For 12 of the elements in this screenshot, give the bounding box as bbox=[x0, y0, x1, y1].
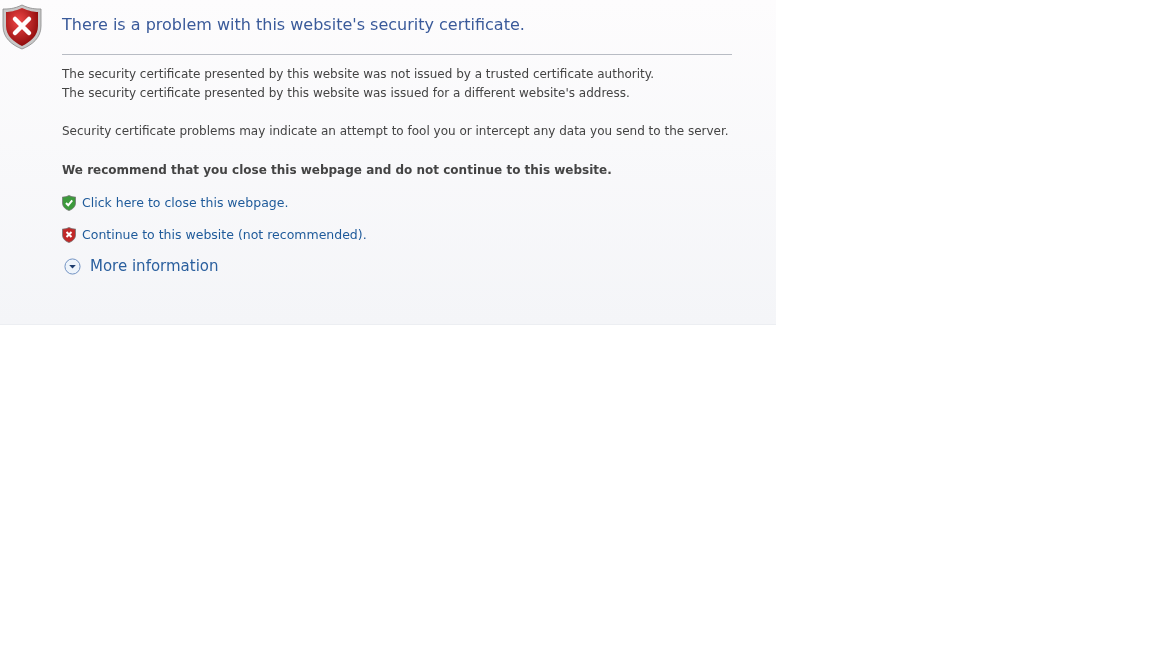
action-link[interactable]: Click here to close this webpage. bbox=[82, 195, 289, 210]
page-title: There is a problem with this website's security certificate. bbox=[62, 14, 526, 36]
reason-text: The security certificate presented by this website was not issued by a trusted certificate authority. bbox=[62, 66, 656, 83]
shield-x-icon bbox=[62, 226, 76, 243]
recommendation-text: We recommend that you close this webpage and do not continue to this website. bbox=[62, 162, 613, 179]
shield-check-icon bbox=[62, 194, 76, 211]
more-information-link[interactable]: More information bbox=[90, 257, 219, 275]
reason-text: The security certificate presented by this website was issued for a different website's address. bbox=[62, 85, 631, 102]
action-link[interactable]: Continue to this website (not recommended). bbox=[82, 227, 367, 242]
expand-icon[interactable] bbox=[64, 257, 81, 275]
shield-x-icon bbox=[2, 4, 42, 50]
warning-text: Security certificate problems may indicate an attempt to fool you or intercept any data you send to the server. bbox=[62, 123, 730, 140]
